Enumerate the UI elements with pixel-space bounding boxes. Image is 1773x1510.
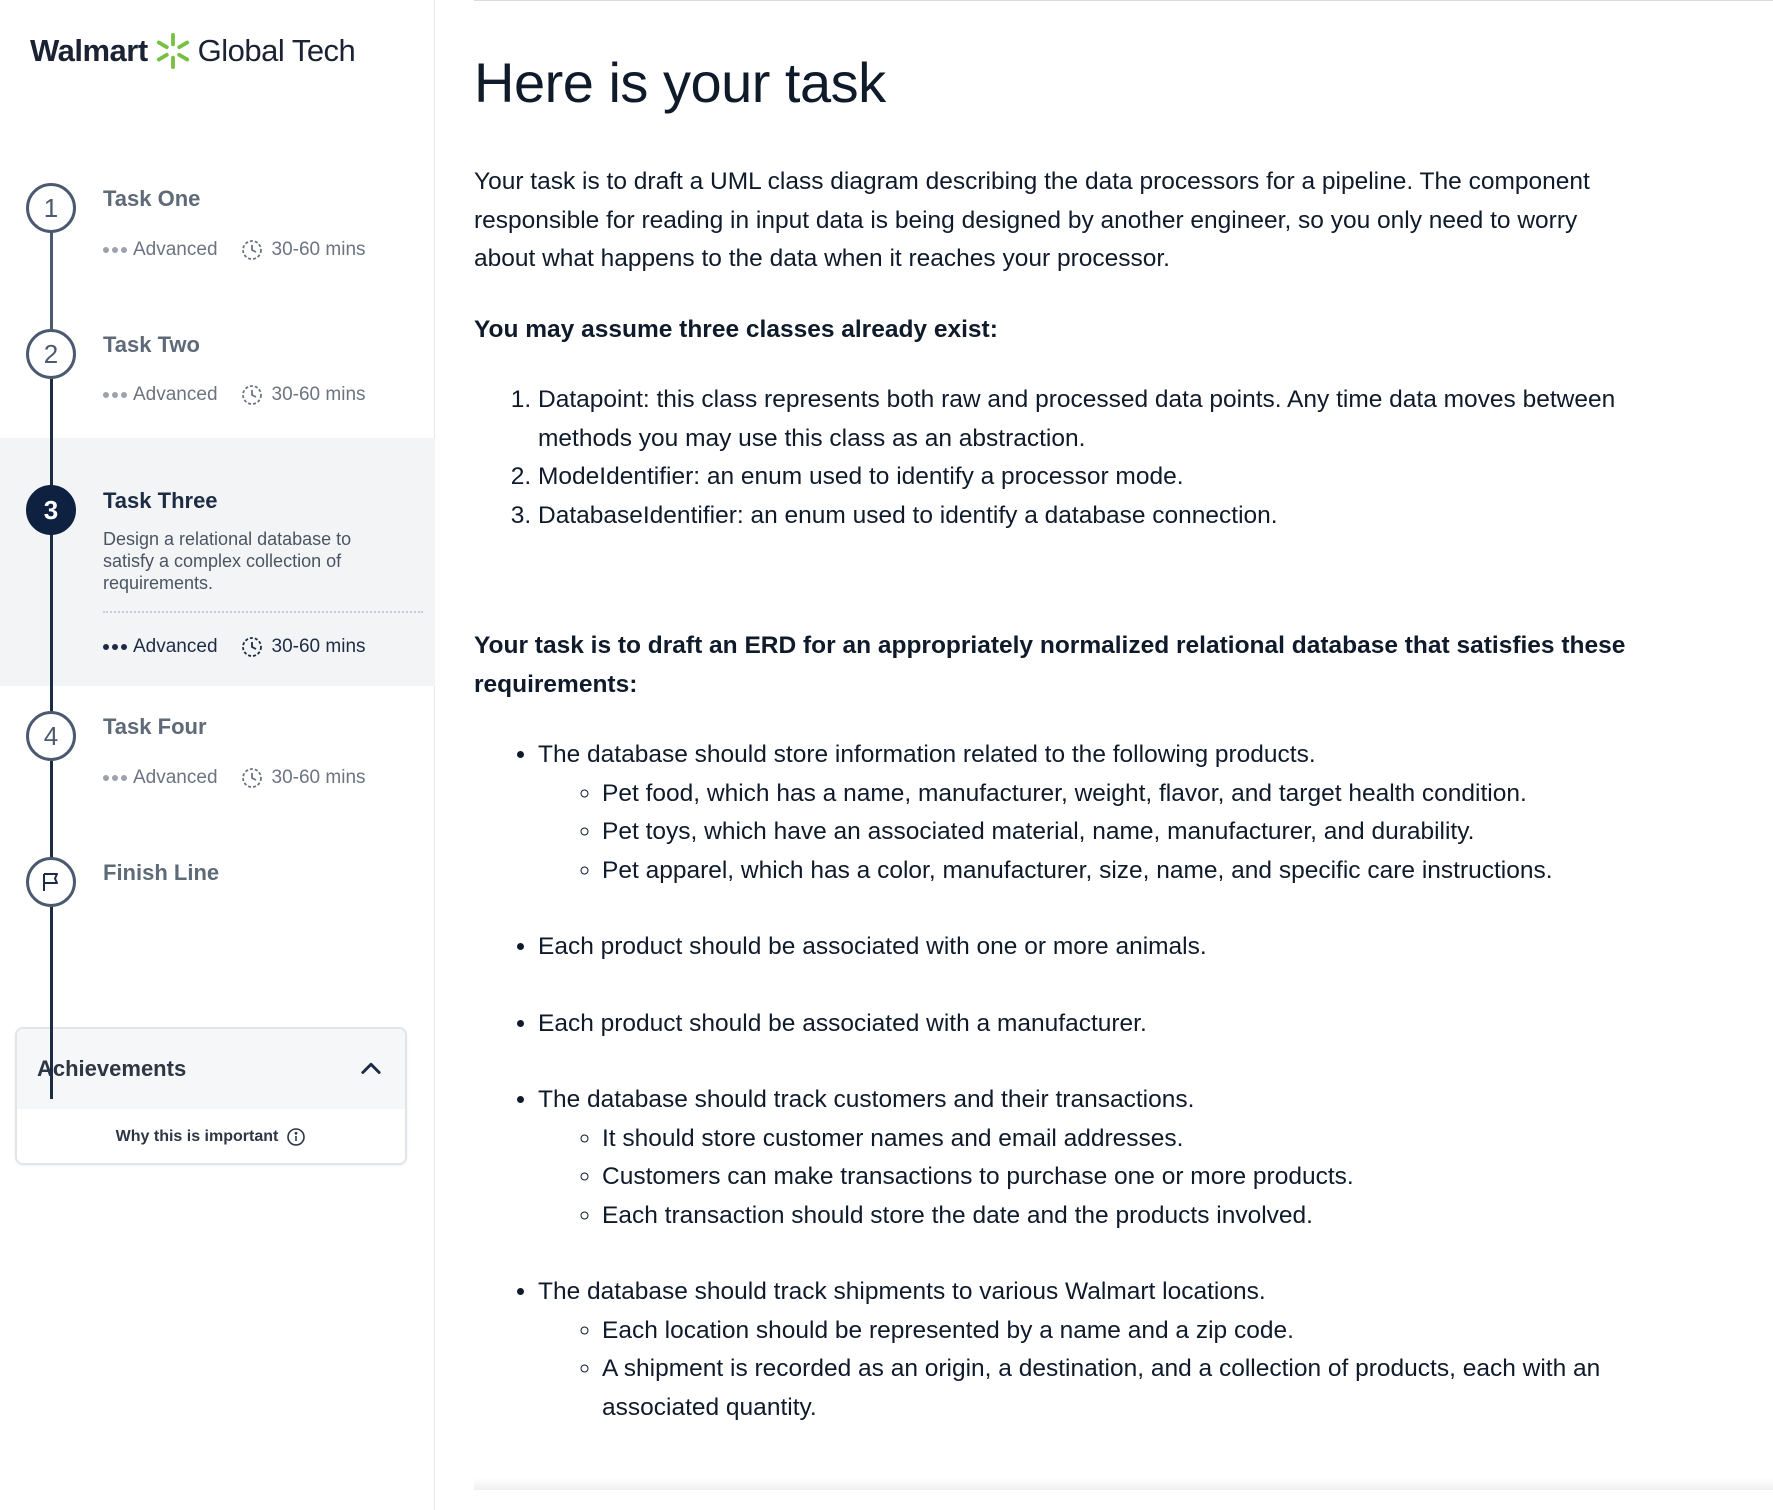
list-item: ModeIdentifier: an enum used to identify…: [538, 458, 1644, 497]
step-number-badge: 2: [26, 329, 76, 379]
timeline-step-task-two[interactable]: 2 Task Two Advanced 30-60 mins: [0, 300, 435, 446]
achievements-panel: Achievements Why this is important: [15, 1027, 407, 1165]
step-number-badge: 3: [26, 485, 76, 535]
requirement-item: The database should track shipments to v…: [538, 1273, 1644, 1427]
difficulty-dots-icon: [103, 644, 127, 650]
requirements-list: Each product should be associated with o…: [474, 928, 1644, 967]
step-level: Advanced: [133, 384, 218, 405]
difficulty-dots-icon: [103, 392, 127, 398]
finish-flag-badge: [26, 857, 76, 907]
step-meta: Advanced 30-60 mins: [103, 635, 366, 659]
requirements-list: Each product should be associated with a…: [474, 1005, 1644, 1044]
timeline-step-task-three[interactable]: 3 Task Three Design a relational databas…: [0, 438, 435, 686]
step-level: Advanced: [133, 636, 218, 657]
requirement-sublist: Pet food, which has a name, manufacturer…: [538, 775, 1644, 891]
requirement-item: Each product should be associated with o…: [538, 928, 1644, 967]
achievements-title: Achievements: [37, 1056, 187, 1081]
app-root: Walmart Global Tech 1 Task One Advanced …: [0, 0, 1773, 1510]
list-item: Datapoint: this class represents both ra…: [538, 381, 1644, 458]
task-body: Your task is to draft a UML class diagra…: [474, 163, 1644, 1427]
logo-suffix: Global Tech: [197, 33, 356, 68]
flag-icon: [43, 873, 58, 891]
requirement-sublist: Each location should be represented by a…: [538, 1312, 1644, 1428]
requirement-text: The database should store information re…: [538, 741, 1316, 768]
step-level: Advanced: [133, 239, 218, 260]
step-description: Design a relational database to satisfy …: [103, 529, 352, 593]
sub-item: It should store customer names and email…: [602, 1120, 1644, 1159]
top-divider: [474, 0, 1773, 1]
chevron-up-icon[interactable]: [357, 1055, 385, 1083]
sub-item: Pet toys, which have an associated mater…: [602, 813, 1644, 852]
list-item: DatabaseIdentifier: an enum used to iden…: [538, 497, 1644, 536]
timeline-line: [50, 912, 53, 1099]
step-title: Finish Line: [103, 860, 220, 885]
info-icon: [287, 1128, 306, 1146]
difficulty-dots-icon: [103, 775, 127, 781]
sub-item: A shipment is recorded as an origin, a d…: [602, 1350, 1644, 1427]
sub-item: Each transaction should store the date a…: [602, 1197, 1644, 1236]
footer-shadow: [474, 1478, 1773, 1490]
clock-icon: [241, 240, 262, 260]
step-title: Task Three: [103, 488, 218, 513]
logo-brand: Walmart: [30, 33, 148, 68]
step-divider: [103, 611, 423, 613]
erd-heading: Your task is to draft an ERD for an appr…: [474, 632, 1626, 698]
task-main-content: Here is your task Your task is to draft …: [474, 0, 1773, 1510]
step-title: Task Four: [103, 714, 207, 739]
step-meta: Advanced 30-60 mins: [103, 766, 366, 790]
assume-heading: You may assume three classes already exi…: [474, 315, 998, 343]
step-duration: 30-60 mins: [271, 384, 366, 405]
requirement-item: The database should track customers and …: [538, 1081, 1644, 1235]
existing-classes-list: Datapoint: this class represents both ra…: [474, 381, 1644, 535]
sidebar: Walmart Global Tech 1 Task One Advanced …: [0, 0, 435, 1510]
timeline-line: [50, 345, 53, 912]
requirements-list: The database should track customers and …: [474, 1081, 1644, 1235]
page-title: Here is your task: [474, 51, 886, 114]
why-important-link[interactable]: Why this is important: [17, 1109, 405, 1163]
sub-item: Each location should be represented by a…: [602, 1312, 1644, 1351]
step-title: Task Two: [103, 332, 200, 357]
intro-paragraph: Your task is to draft a UML class diagra…: [474, 168, 1590, 272]
step-meta: Advanced 30-60 mins: [103, 383, 366, 407]
sub-item: Customers can make transactions to purch…: [602, 1158, 1644, 1197]
timeline-step-task-one[interactable]: 1 Task One Advanced 30-60 mins: [0, 160, 435, 300]
step-duration: 30-60 mins: [271, 767, 366, 788]
clock-icon: [241, 768, 262, 788]
clock-icon: [241, 385, 262, 405]
requirements-list: The database should track shipments to v…: [474, 1273, 1644, 1427]
requirements-list: The database should store information re…: [474, 736, 1644, 890]
requirement-text: The database should track shipments to v…: [538, 1278, 1266, 1305]
requirement-item: Each product should be associated with a…: [538, 1005, 1644, 1044]
walmart-spark-icon: [156, 32, 189, 70]
difficulty-dots-icon: [103, 247, 127, 253]
step-number-badge: 1: [26, 183, 76, 233]
why-important-label: Why this is important: [115, 1128, 279, 1145]
step-number-badge: 4: [26, 711, 76, 761]
step-duration: 30-60 mins: [271, 636, 366, 657]
step-level: Advanced: [133, 767, 218, 788]
requirement-sublist: It should store customer names and email…: [538, 1120, 1644, 1236]
timeline-step-task-four[interactable]: 4 Task Four Advanced 30-60 mins: [0, 686, 435, 832]
sub-item: Pet food, which has a name, manufacturer…: [602, 775, 1644, 814]
sub-item: Pet apparel, which has a color, manufact…: [602, 852, 1644, 891]
step-meta: Advanced 30-60 mins: [103, 238, 366, 262]
step-title: Task One: [103, 186, 201, 211]
walmart-global-tech-logo[interactable]: Walmart Global Tech: [30, 30, 356, 72]
step-duration: 30-60 mins: [271, 239, 366, 260]
requirement-item: The database should store information re…: [538, 736, 1644, 890]
requirement-text: The database should track customers and …: [538, 1086, 1195, 1113]
achievements-header[interactable]: Achievements: [17, 1029, 405, 1109]
clock-icon: [241, 637, 262, 657]
timeline-step-finish-line[interactable]: Finish Line: [0, 832, 435, 932]
